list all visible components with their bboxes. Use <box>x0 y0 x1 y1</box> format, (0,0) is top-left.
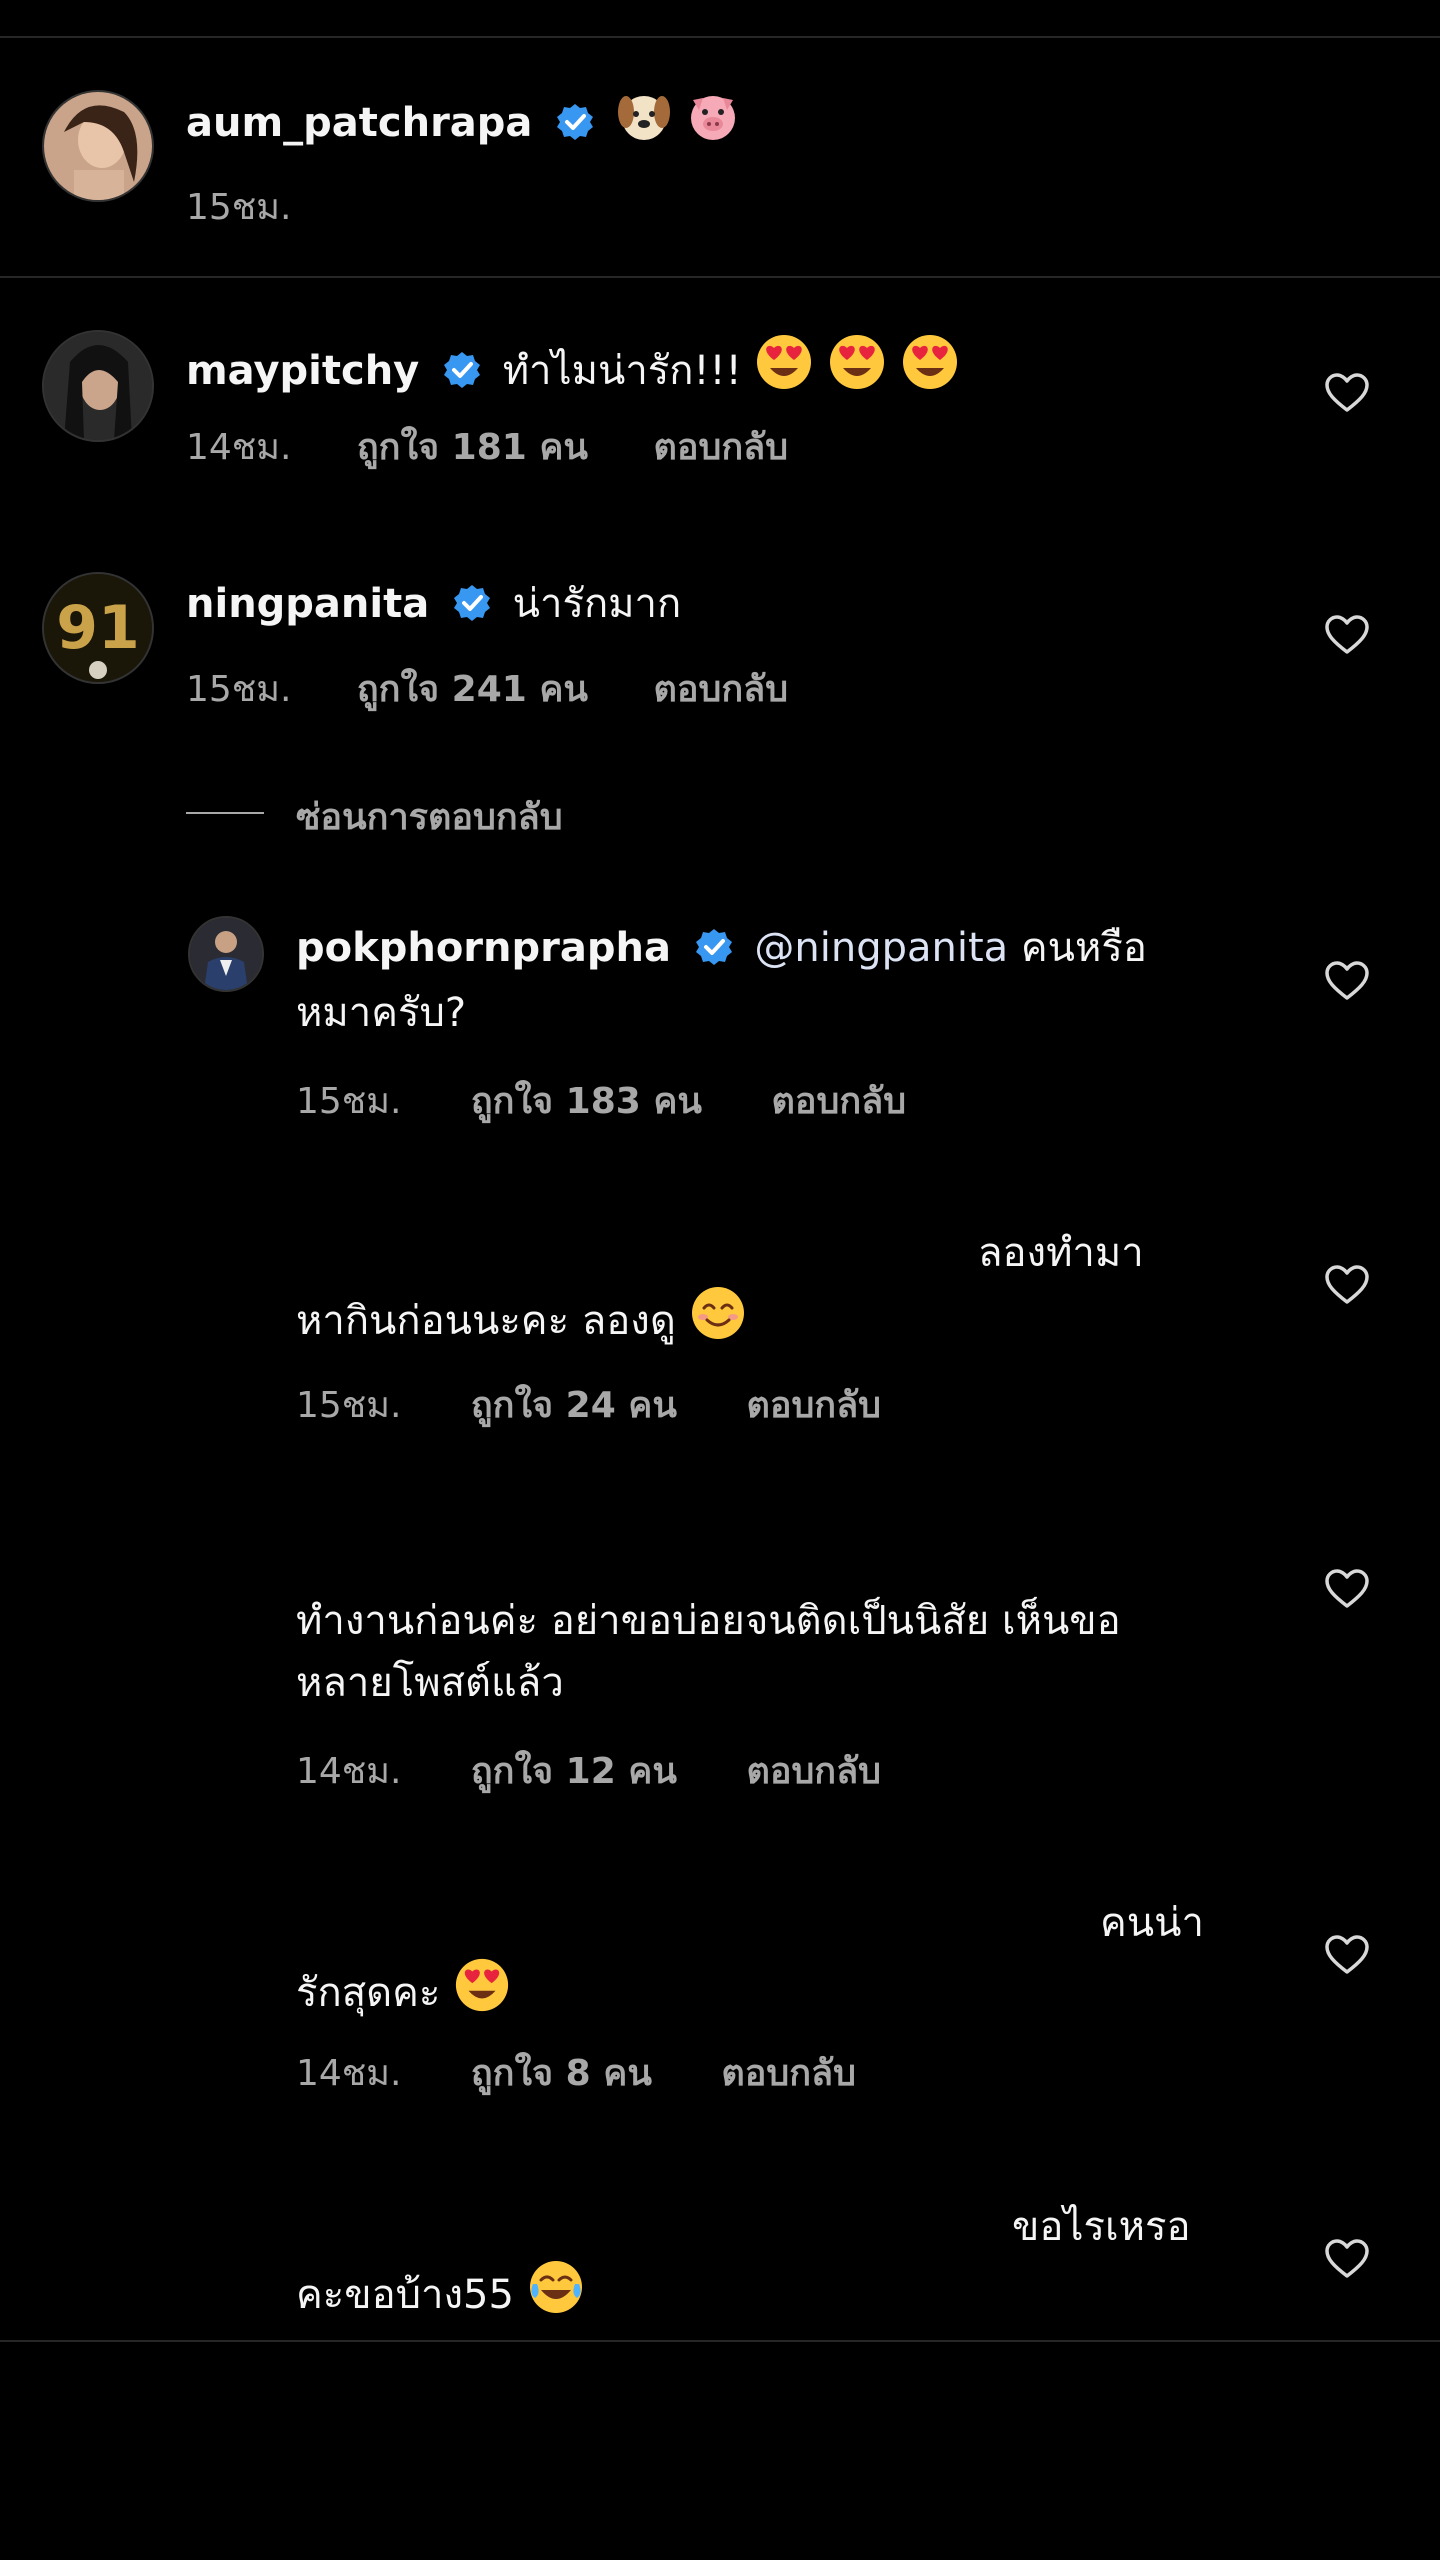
username[interactable]: pokphornprapha <box>296 925 671 971</box>
timestamp: 15ชม. <box>186 669 292 710</box>
avatar[interactable] <box>42 90 154 202</box>
likes-count[interactable]: ถูกใจ 12 คน <box>471 1742 677 1799</box>
timestamp: 14ชม. <box>296 2053 402 2094</box>
likes-count[interactable]: ถูกใจ 181 คน <box>357 418 588 475</box>
like-heart-icon[interactable] <box>1324 2238 1370 2280</box>
reply-button[interactable]: ตอบกลับ <box>746 1376 881 1433</box>
top-divider <box>0 36 1440 38</box>
dog-face-icon <box>617 96 670 140</box>
reply-body-line2: หมาครับ? <box>296 990 467 1036</box>
comment-text: ningpanita น่ารักมาก <box>186 574 681 634</box>
reply-body-text: คะขอบ้าง55 <box>296 2272 514 2318</box>
username[interactable]: aum_patchrapa <box>186 100 532 146</box>
reply-body-line1: ลองทำมา <box>978 1230 1144 1276</box>
reply-body-line1: คนหรือ <box>1008 925 1147 971</box>
reply-body-line1: ขอไรเหรอ <box>1012 2204 1191 2250</box>
reply-body-line2: คะขอบ้าง55 <box>296 2258 585 2326</box>
username[interactable]: ningpanita <box>186 581 429 627</box>
reply-meta: 14ชม. ถูกใจ 8 คน ตอบกลับ <box>296 2044 856 2101</box>
reply-meta: 15ชม. ถูกใจ 24 คน ตอบกลับ <box>296 1376 881 1433</box>
reply-button[interactable]: ตอบกลับ <box>654 660 789 717</box>
timestamp: 14ชม. <box>296 1751 402 1792</box>
reply-text: pokphornprapha @ningpanita คนหรือ <box>296 918 1147 978</box>
heart-eyes-icon <box>902 335 957 389</box>
post-meta: 15ชม. <box>186 178 291 235</box>
timestamp: 15ชม. <box>296 1385 402 1426</box>
verified-badge-icon <box>453 585 490 621</box>
reply-body-line2: รักสุดคะ <box>296 1956 511 2024</box>
comment-body: น่ารักมาก <box>512 581 682 627</box>
reply-meta: 14ชม. ถูกใจ 12 คน ตอบกลับ <box>296 1742 881 1799</box>
reply-body-line2: หากินก่อนนะคะ ลองดู <box>296 1284 747 1352</box>
comment-meta: 14ชม. ถูกใจ 181 คน ตอบกลับ <box>186 418 788 475</box>
reply-button[interactable]: ตอบกลับ <box>654 418 789 475</box>
avatar[interactable]: 91 <box>42 572 154 684</box>
tears-of-joy-icon <box>529 2261 582 2313</box>
reply-button[interactable]: ตอบกลับ <box>721 2044 856 2101</box>
like-heart-icon[interactable] <box>1324 1568 1370 1610</box>
like-heart-icon[interactable] <box>1324 372 1370 414</box>
timestamp: 14ชม. <box>186 427 292 468</box>
avatar-number: 91 <box>56 593 140 663</box>
comment-meta: 15ชม. ถูกใจ 241 คน ตอบกลับ <box>186 660 788 717</box>
likes-count[interactable]: ถูกใจ 24 คน <box>471 1376 677 1433</box>
likes-count[interactable]: ถูกใจ 241 คน <box>357 660 588 717</box>
avatar[interactable] <box>42 330 154 442</box>
mention-link[interactable]: @ningpanita <box>754 925 1008 971</box>
heart-eyes-icon <box>757 335 812 389</box>
reply-button[interactable]: ตอบกลับ <box>772 1072 907 1129</box>
pig-face-icon <box>690 96 735 140</box>
reply-button[interactable]: ตอบกลับ <box>746 1742 881 1799</box>
likes-count[interactable]: ถูกใจ 8 คน <box>471 2044 652 2101</box>
caption-divider <box>0 276 1440 278</box>
hide-replies-line <box>186 812 264 814</box>
like-heart-icon[interactable] <box>1324 1264 1370 1306</box>
reply-body-text: หากินก่อนนะคะ ลองดู <box>296 1298 676 1344</box>
heart-eyes-icon <box>455 1958 509 2012</box>
username[interactable]: maypitchy <box>186 348 419 394</box>
bottom-divider <box>0 2340 1440 2342</box>
reply-body-line2: หลายโพสต์แล้ว <box>296 1660 564 1706</box>
like-heart-icon[interactable] <box>1324 960 1370 1002</box>
reply-body-line1: ทำงานก่อนค่ะ อย่าขอบ่อยจนติดเป็นนิสัย เห… <box>296 1598 1121 1644</box>
timestamp: 15ชม. <box>186 187 292 228</box>
hide-replies-button[interactable]: ซ่อนการตอบกลับ <box>296 788 563 845</box>
likes-count[interactable]: ถูกใจ 183 คน <box>471 1072 702 1129</box>
verified-badge-icon <box>557 104 594 140</box>
like-heart-icon[interactable] <box>1324 1934 1370 1976</box>
like-heart-icon[interactable] <box>1324 614 1370 656</box>
smiling-face-icon <box>691 1287 744 1339</box>
reply-meta: 15ชม. ถูกใจ 183 คน ตอบกลับ <box>296 1072 906 1129</box>
heart-eyes-icon <box>830 335 885 389</box>
reply-body-line1: คนน่า <box>1100 1900 1204 1946</box>
reply-body-text: รักสุดคะ <box>296 1970 441 2016</box>
comment-body: ทำไมน่ารัก!!! <box>502 348 742 394</box>
avatar[interactable] <box>188 916 264 992</box>
verified-badge-icon <box>443 352 480 388</box>
timestamp: 15ชม. <box>296 1081 402 1122</box>
post-caption: aum_patchrapa <box>186 88 741 153</box>
verified-badge-icon <box>695 929 732 965</box>
comment-text: maypitchy ทำไมน่ารัก!!! <box>186 332 960 401</box>
